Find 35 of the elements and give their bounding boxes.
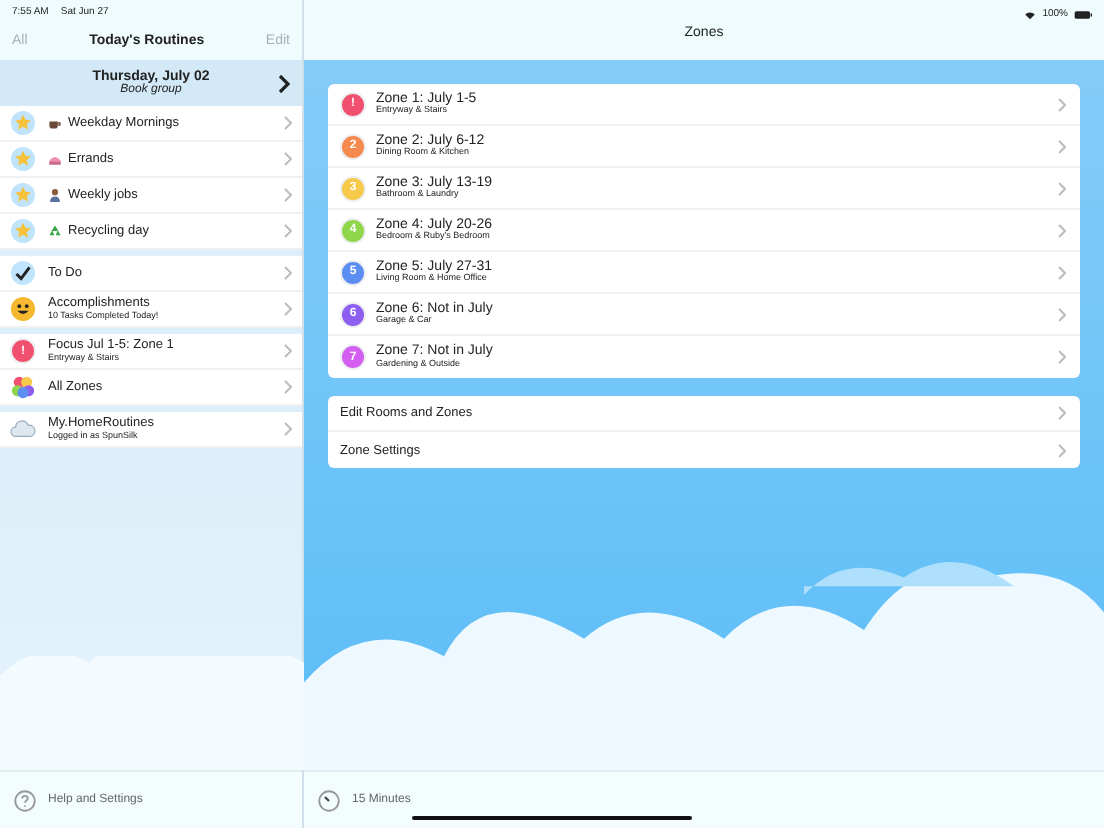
cup-icon (48, 116, 62, 130)
chevron-icon (284, 266, 292, 280)
star-icon (10, 110, 36, 136)
chevron-icon (1058, 139, 1066, 153)
help-icon[interactable] (14, 789, 36, 811)
chevron-icon (284, 302, 292, 316)
chevron-icon (1058, 223, 1066, 237)
chevron-icon (1058, 443, 1066, 457)
person-icon (48, 188, 62, 202)
chevron-icon (284, 422, 292, 436)
chevron-icon (284, 224, 292, 238)
chevron-icon (1058, 307, 1066, 321)
chevron-icon (284, 380, 292, 394)
star-icon (10, 182, 36, 208)
timer-icon[interactable] (318, 789, 340, 811)
chevron-icon (1058, 265, 1066, 279)
chevron-icon (1058, 181, 1066, 195)
battery-icon (1074, 9, 1092, 19)
chevron-icon (278, 73, 290, 93)
zones-icon (10, 374, 36, 400)
star-icon (10, 218, 36, 244)
chevron-icon (1058, 350, 1066, 364)
chevron-icon (284, 188, 292, 202)
smiley-icon (10, 296, 36, 322)
chevron-icon (284, 116, 292, 130)
recycle-icon (48, 224, 62, 238)
wifi-icon (1024, 9, 1037, 19)
cake-icon (48, 152, 62, 166)
star-icon (10, 146, 36, 172)
cloud-icon (10, 416, 36, 442)
chevron-icon (1058, 406, 1066, 420)
chevron-icon (1058, 97, 1066, 111)
checkmark-icon (10, 260, 36, 286)
chevron-icon (284, 152, 292, 166)
chevron-icon (284, 344, 292, 358)
